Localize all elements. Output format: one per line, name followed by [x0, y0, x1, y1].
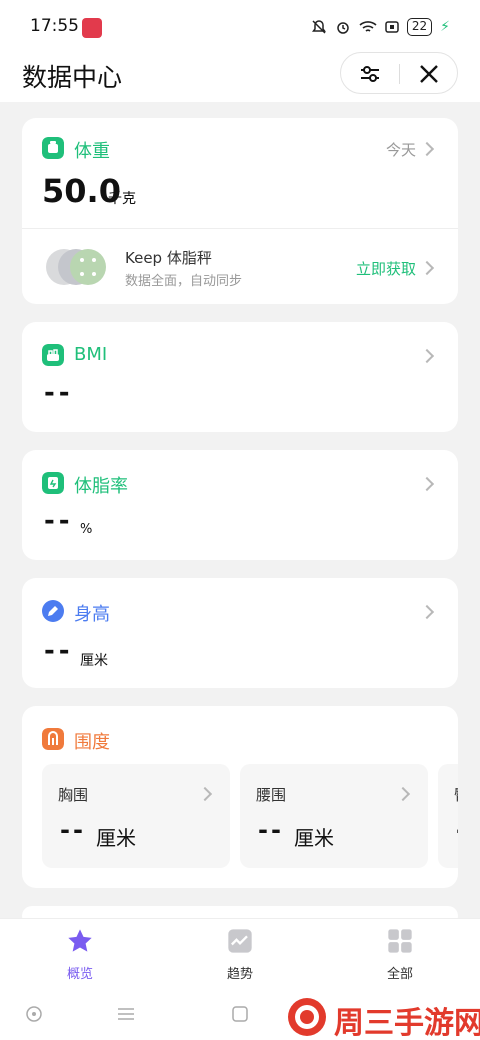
height-title: 身高: [74, 604, 110, 625]
tab-trend-label: 趋势: [226, 967, 253, 982]
waist-label: 腰围: [256, 786, 287, 804]
hip-value: -: [456, 816, 458, 844]
watermark: 周三手游网: [280, 994, 480, 1040]
chevron-right-icon: [419, 141, 435, 157]
wifi-icon: [359, 21, 377, 32]
circumference-card: 围度 胸围 -- 厘米 腰围 -- 厘米 臀 -: [22, 706, 458, 888]
chevron-right-icon: [419, 348, 435, 364]
settings-button[interactable]: [358, 62, 382, 86]
status-time: 17:55: [30, 16, 79, 36]
trend-icon: [228, 929, 252, 953]
nav-menu-icon[interactable]: [116, 1004, 136, 1024]
body-fat-value: --: [44, 506, 74, 536]
bmi-card[interactable]: BMI --: [22, 322, 458, 432]
waist-circumference-item[interactable]: 腰围 -- 厘米: [240, 764, 428, 868]
chest-label: 胸围: [58, 786, 89, 804]
notification-app-icon: [82, 18, 102, 38]
tab-all[interactable]: 全部: [350, 927, 450, 982]
hip-label: 臀: [454, 784, 458, 805]
sliders-icon: [361, 66, 379, 82]
body-fat-icon: [42, 472, 64, 494]
grid-icon: [388, 929, 412, 953]
chevron-right-icon: [395, 786, 411, 802]
get-now-button[interactable]: 立即获取: [356, 258, 416, 279]
status-icons: 22 ⚡: [311, 18, 450, 36]
chevron-right-icon: [419, 260, 435, 276]
bmi-icon: [42, 344, 64, 366]
header: 数据中心: [0, 52, 480, 102]
charging-icon: ⚡: [440, 19, 450, 35]
height-value: --: [44, 636, 74, 666]
status-bar: 17:55 22 ⚡: [0, 0, 480, 52]
hip-circumference-item[interactable]: 臀 -: [438, 764, 458, 868]
watermark-logo-icon: [288, 998, 326, 1036]
circumference-title: 围度: [74, 732, 110, 753]
mute-icon: [311, 20, 326, 34]
battery-indicator: 22: [406, 18, 433, 36]
promo-subtitle: 数据全面，自动同步: [125, 274, 243, 289]
alarm-icon: [337, 22, 349, 34]
watermark-text: 周三手游网: [334, 1006, 480, 1040]
bottom-tab-bar: 概览 趋势 全部: [0, 918, 480, 988]
scale-image: [46, 249, 106, 285]
weight-icon: [42, 137, 64, 159]
chest-value: --: [60, 816, 86, 844]
close-icon: [420, 65, 438, 83]
nav-back-icon[interactable]: [24, 1004, 44, 1024]
waist-unit: 厘米: [294, 826, 334, 850]
promo-title: Keep 体脂秤: [125, 249, 212, 267]
bmi-value: --: [44, 378, 74, 408]
body-fat-unit: %: [80, 522, 93, 537]
chevron-right-icon: [197, 786, 213, 802]
tab-overview-label: 概览: [66, 967, 93, 982]
waist-value: --: [258, 816, 284, 844]
chevron-right-icon: [419, 604, 435, 620]
promo-row[interactable]: Keep 体脂秤 数据全面，自动同步 立即获取: [22, 229, 458, 304]
bmi-title: BMI: [74, 344, 108, 365]
weight-card[interactable]: 体重 今天 50.0 千克 Keep 体脂秤 数据全面，自动同步 立即获取: [22, 118, 458, 304]
height-card[interactable]: 身高 -- 厘米: [22, 578, 458, 688]
body-fat-title: 体脂率: [74, 476, 128, 497]
weight-unit: 千克: [108, 191, 136, 207]
tab-all-label: 全部: [386, 967, 413, 982]
circumference-icon: [42, 728, 64, 750]
height-unit: 厘米: [80, 653, 108, 669]
weight-title: 体重: [74, 141, 110, 162]
chest-unit: 厘米: [96, 826, 136, 850]
pill-divider: [399, 64, 400, 84]
tab-overview[interactable]: 概览: [30, 927, 130, 982]
chevron-right-icon: [419, 476, 435, 492]
body-fat-card[interactable]: 体脂率 -- %: [22, 450, 458, 560]
header-actions: [340, 52, 458, 94]
sim-icon: [385, 21, 399, 33]
pencil-icon: [42, 600, 64, 622]
page-title: 数据中心: [22, 63, 123, 92]
weight-date-label[interactable]: 今天: [386, 139, 416, 160]
star-icon: [68, 929, 92, 952]
chest-circumference-item[interactable]: 胸围 -- 厘米: [42, 764, 230, 868]
nav-home-icon[interactable]: [230, 1004, 250, 1024]
tab-trend[interactable]: 趋势: [190, 927, 290, 982]
close-button[interactable]: [417, 62, 441, 86]
